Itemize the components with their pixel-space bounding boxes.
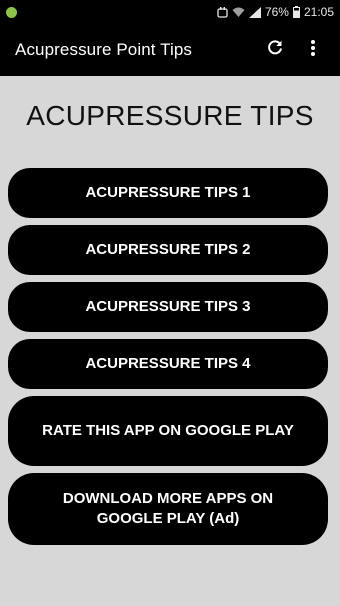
battery-percent: 76% [264, 5, 289, 19]
tips-2-button-label: ACUPRESSURE TIPS 2 [85, 241, 251, 258]
refresh-icon [266, 39, 284, 62]
page-heading: ACUPRESSURE TIPS [26, 100, 314, 131]
tips-4-button[interactable]: ACUPRESSURE TIPS 4 [8, 339, 328, 389]
tips-2-button[interactable]: ACUPRESSURE TIPS 2 [8, 225, 328, 275]
battery-icon [292, 6, 300, 18]
wifi-icon [232, 7, 245, 18]
app-title: Acupressure Point Tips [15, 40, 193, 59]
overflow-menu-icon [310, 39, 316, 62]
status-right: 76% 21:05 [217, 5, 334, 19]
signal-icon [248, 6, 261, 18]
more-apps-button[interactable]: DOWNLOAD MORE APPS ON GOOGLE PLAY (Ad) [8, 473, 328, 545]
overflow-menu-button[interactable] [294, 30, 332, 70]
tips-3-button[interactable]: ACUPRESSURE TIPS 3 [8, 282, 328, 332]
rate-app-button[interactable]: RATE THIS APP ON GOOGLE PLAY [8, 396, 328, 466]
app-bar: Acupressure Point Tips [0, 24, 340, 76]
rate-app-button-label: RATE THIS APP ON GOOGLE PLAY [42, 422, 294, 439]
tips-4-button-label: ACUPRESSURE TIPS 4 [85, 355, 251, 372]
notification-dot-icon [6, 6, 17, 18]
more-apps-button-label: DOWNLOAD MORE APPS ON GOOGLE PLAY (Ad) [62, 490, 274, 527]
tips-1-button-label: ACUPRESSURE TIPS 1 [85, 184, 251, 201]
status-bar: 76% 21:05 [0, 0, 340, 24]
alarm-icon [217, 6, 228, 18]
status-left [6, 6, 17, 18]
status-time: 21:05 [303, 5, 334, 19]
refresh-button[interactable] [256, 30, 294, 70]
tips-3-button-label: ACUPRESSURE TIPS 3 [85, 298, 251, 315]
tips-1-button[interactable]: ACUPRESSURE TIPS 1 [8, 168, 328, 218]
